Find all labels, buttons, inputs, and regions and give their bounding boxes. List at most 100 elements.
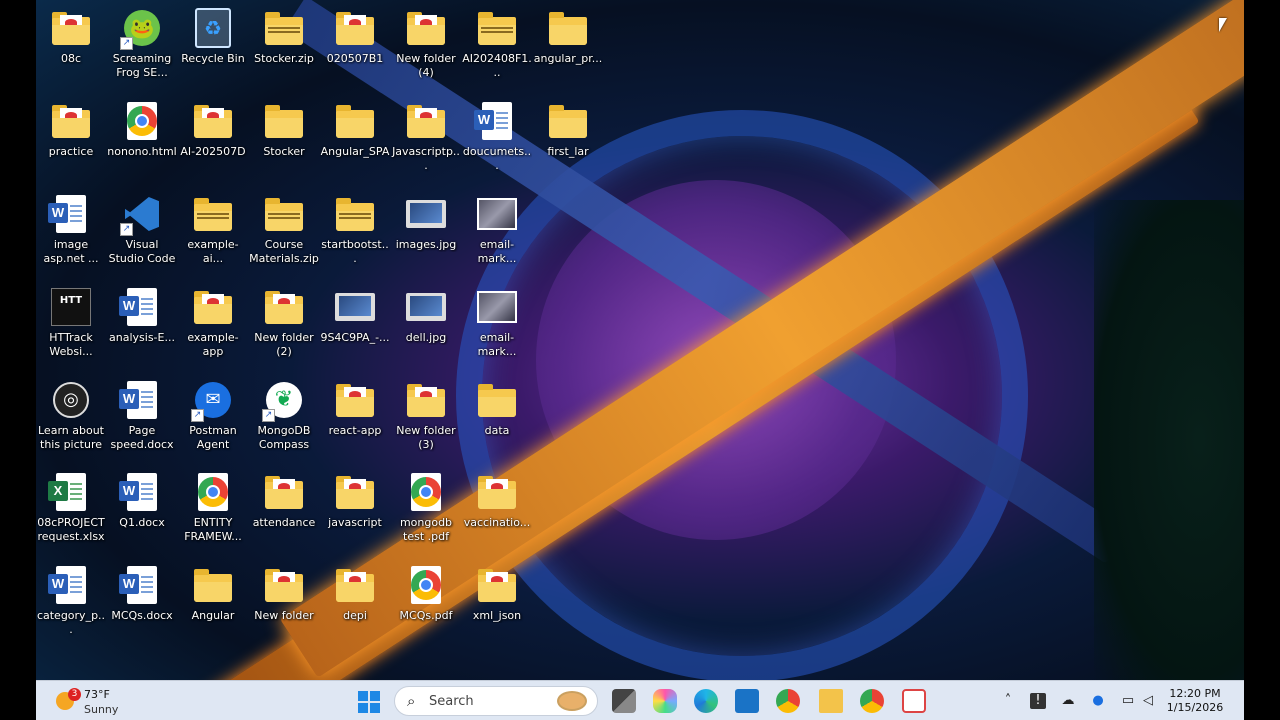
desktop-icon[interactable]: react-app	[320, 380, 390, 472]
desktop-icon-label: Screaming Frog SE...	[112, 52, 172, 79]
icon-part: X	[48, 473, 86, 511]
desktop-icon[interactable]: 🐸 ↗ Screaming Frog SE...	[107, 8, 177, 100]
desktop-icon[interactable]: ❦ ↗ MongoDB Compass	[249, 380, 319, 472]
desktop-icon[interactable]: New folder (2)	[249, 287, 319, 379]
folder-icon	[406, 380, 446, 420]
screen: 08c 🐸 ↗ Screaming Frog SE... ♻ Recycle Bin Sto…	[0, 0, 1280, 720]
desktop-icon[interactable]: vaccinatio...	[462, 472, 532, 564]
desktop-icon[interactable]: xml_json	[462, 565, 532, 657]
desktop-icon-label: image asp.net ...	[43, 238, 99, 265]
desktop-icon[interactable]: New folder (3)	[391, 380, 461, 472]
desktop-icon[interactable]: Javascriptp...	[391, 101, 461, 193]
desktop-icon[interactable]: depi	[320, 565, 390, 657]
icon-part	[52, 12, 90, 45]
desktop-icon[interactable]: angular_pr...	[533, 8, 603, 100]
desktop-icon[interactable]: X 08cPROJECT request.xlsx	[36, 472, 106, 564]
desktop-icon[interactable]: New folder (4)	[391, 8, 461, 100]
chrome-icon[interactable]	[776, 689, 800, 713]
desktop-icon-label: images.jpg	[395, 238, 457, 251]
desktop-icon[interactable]: Angular	[178, 565, 248, 657]
desktop-icon[interactable]: dell.jpg	[391, 287, 461, 379]
icon-part: W	[48, 566, 86, 604]
desktop-icon[interactable]: Stocker	[249, 101, 319, 193]
edge-icon[interactable]	[694, 689, 718, 713]
desktop-icon[interactable]: email-mark...	[462, 194, 532, 286]
desktop-icon[interactable]: first_lar	[533, 101, 603, 193]
desktop-icon[interactable]: MCQs.pdf	[391, 565, 461, 657]
desktop-icon-label: Q1.docx	[119, 516, 165, 529]
zip-folder-icon	[264, 194, 304, 234]
folder-icon	[193, 287, 233, 327]
desktop-icon[interactable]: ◎ Learn about this picture	[36, 380, 106, 472]
desktop-icon-label: depi	[343, 609, 367, 622]
chevron-up-icon[interactable]: ˄	[1000, 693, 1016, 709]
chrome-document-icon	[406, 472, 446, 512]
desktop-icon-label: angular_pr...	[533, 52, 603, 65]
desktop-icon[interactable]: example-app	[178, 287, 248, 379]
volume-icon[interactable]: ◁	[1140, 693, 1156, 709]
snipping-tool-icon[interactable]	[902, 689, 926, 713]
desktop-icon[interactable]: W Page speed.docx	[107, 380, 177, 472]
security-icon[interactable]: !	[1030, 693, 1046, 709]
desktop-icon[interactable]: nonono.html	[107, 101, 177, 193]
store-icon[interactable]	[735, 689, 759, 713]
weather-widget[interactable]: 3 73°F Sunny	[50, 685, 140, 717]
task-view-icon[interactable]	[612, 689, 636, 713]
desktop-icon[interactable]: images.jpg	[391, 194, 461, 286]
desktop-icon[interactable]: Course Materials.zip	[249, 194, 319, 286]
clock[interactable]: 12:20 PM 1/15/2026	[1160, 687, 1230, 715]
desktop-icon[interactable]: AI-202507D	[178, 101, 248, 193]
icon-part	[407, 25, 445, 45]
desktop-icon[interactable]: startbootst...	[320, 194, 390, 286]
desktop-icon[interactable]: Wdoucumets...	[462, 101, 532, 193]
desktop-icon[interactable]: practice	[36, 101, 106, 193]
file-explorer-icon[interactable]	[819, 689, 843, 713]
desktop-icon[interactable]: javascript	[320, 472, 390, 564]
cloud-off-icon[interactable]: ☁	[1060, 693, 1076, 709]
desktop-icon[interactable]: attendance	[249, 472, 319, 564]
icon-part	[52, 105, 90, 138]
icon-part	[70, 576, 82, 578]
desktop-icon[interactable]: New folder	[249, 565, 319, 657]
desktop-icon[interactable]: ↗ Visual Studio Code	[107, 194, 177, 286]
desktop-icon[interactable]: Angular_SPA	[320, 101, 390, 193]
desktop-icon[interactable]: Wcategory_p...	[36, 565, 106, 657]
folder-icon	[548, 8, 588, 48]
desktop-icon[interactable]: AI202408F1...	[462, 8, 532, 100]
desktop-icon[interactable]: example-ai...	[178, 194, 248, 286]
desktop-icon[interactable]: ♻ Recycle Bin	[178, 8, 248, 100]
copilot-icon[interactable]	[653, 689, 677, 713]
desktop-icon[interactable]: data	[462, 380, 532, 472]
postman-icon: ✉ ↗	[191, 380, 233, 422]
desktop-icon[interactable]: W Q1.docx	[107, 472, 177, 564]
desktop-icon-label: category_p...	[36, 609, 106, 636]
search-box[interactable]: ⌕ Search	[394, 686, 598, 716]
icon-part	[477, 198, 517, 230]
icon-part	[478, 397, 516, 417]
folder-icon	[335, 472, 375, 512]
desktop-icon[interactable]: 020507B1	[320, 8, 390, 100]
chrome-profile-icon[interactable]	[860, 689, 884, 713]
folder-icon	[335, 380, 375, 420]
desktop-icon[interactable]: HTT HTTrack Websi...	[36, 287, 106, 379]
desktop-icon[interactable]: email-mark...	[462, 287, 532, 379]
desktop-icon[interactable]: Wimage asp.net ...	[36, 194, 106, 286]
icon-part	[194, 118, 232, 138]
desktop-icon[interactable]: Wanalysis-E...	[107, 287, 177, 379]
desktop-icon[interactable]: 08c	[36, 8, 106, 100]
icon-part	[407, 12, 445, 45]
network-icon[interactable]: ▭	[1120, 693, 1136, 709]
desktop-icon[interactable]: Stocker.zip	[249, 8, 319, 100]
desktop-icon[interactable]: ENTITY FRAMEW...	[178, 472, 248, 564]
start-button[interactable]	[358, 691, 380, 713]
desktop-icon[interactable]: 9S4C9PA_-...	[320, 287, 390, 379]
desktop[interactable]: 08c 🐸 ↗ Screaming Frog SE... ♻ Recycle Bin Sto…	[36, 0, 1244, 680]
microphone-icon[interactable]: ●	[1090, 693, 1106, 709]
icon-part	[268, 213, 300, 215]
icon-part: ↗	[262, 409, 275, 422]
desktop-icon[interactable]: mongodb test .pdf	[391, 472, 461, 564]
desktop-icon[interactable]: W MCQs.docx	[107, 565, 177, 657]
desktop-icon[interactable]: ✉ ↗ Postman Agent	[178, 380, 248, 472]
desktop-icon-label: mongodb test .pdf	[399, 516, 453, 543]
folder-icon	[264, 472, 304, 512]
